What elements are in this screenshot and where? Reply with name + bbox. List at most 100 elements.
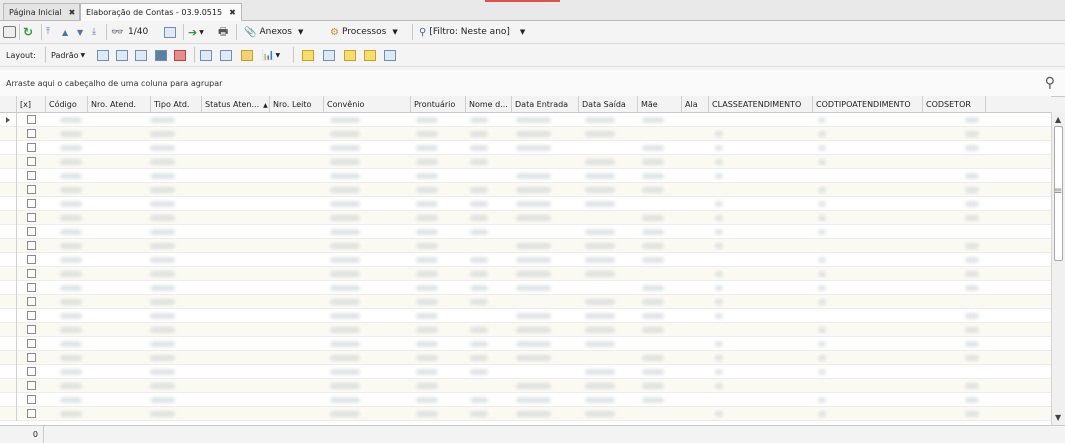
- view-toggle-3-icon[interactable]: [344, 47, 356, 63]
- column-header-tipo-atd[interactable]: Tipo Atd.: [151, 96, 202, 112]
- view-toggle-1-icon[interactable]: [302, 47, 314, 63]
- column-header-nro-leito[interactable]: Nro. Leito: [270, 96, 324, 112]
- find-icon[interactable]: 👓: [111, 24, 123, 40]
- layout-select[interactable]: Padrão ▼: [51, 47, 85, 63]
- row-checkbox[interactable]: [27, 255, 36, 264]
- view-toggle-2-icon[interactable]: [323, 47, 335, 63]
- table-row[interactable]: [0, 365, 1051, 379]
- refresh-icon[interactable]: ↻: [23, 24, 33, 40]
- scroll-down-icon[interactable]: ▼: [1055, 413, 1061, 422]
- table-row[interactable]: [0, 183, 1051, 197]
- table-row[interactable]: [0, 113, 1051, 127]
- column-header-ala[interactable]: Ala: [682, 96, 709, 112]
- blurred-cell: [330, 341, 360, 347]
- row-checkbox[interactable]: [27, 115, 36, 124]
- column-header-prontuario[interactable]: Prontuário: [411, 96, 466, 112]
- tab-elaboracao-de-contas[interactable]: Elaboração de Contas - 03.9.0515 ✖: [80, 3, 242, 21]
- row-checkbox[interactable]: [27, 311, 36, 320]
- group-panel[interactable]: Arraste aqui o cabeçalho de uma coluna p…: [0, 70, 1065, 97]
- column-header-nro-atend[interactable]: Nro. Atend.: [88, 96, 151, 112]
- previous-record-icon[interactable]: ▲: [62, 24, 68, 40]
- table-row[interactable]: [0, 211, 1051, 225]
- table-row[interactable]: [0, 127, 1051, 141]
- column-header-codigo[interactable]: Código: [46, 96, 88, 112]
- column-header-status-atendimento[interactable]: Status Aten... ▲: [202, 96, 270, 112]
- group-icon[interactable]: [200, 47, 212, 63]
- layout-load-icon[interactable]: [116, 47, 128, 63]
- next-record-icon[interactable]: ▼: [77, 24, 83, 40]
- row-checkbox[interactable]: [27, 157, 36, 166]
- anexos-button[interactable]: 📎 Anexos ▼: [244, 24, 303, 40]
- view-toggle-4-icon[interactable]: [364, 47, 376, 63]
- calendar-icon[interactable]: [164, 24, 176, 40]
- font-icon[interactable]: [384, 47, 396, 63]
- row-checkbox[interactable]: [27, 199, 36, 208]
- column-header-convenio[interactable]: Convênio: [324, 96, 411, 112]
- table-row[interactable]: [0, 281, 1051, 295]
- row-checkbox[interactable]: [27, 227, 36, 236]
- row-checkbox[interactable]: [27, 213, 36, 222]
- format-icon[interactable]: [241, 47, 253, 63]
- row-checkbox[interactable]: [27, 325, 36, 334]
- close-icon[interactable]: ✖: [229, 8, 236, 17]
- row-checkbox[interactable]: [27, 381, 36, 390]
- table-row[interactable]: [0, 239, 1051, 253]
- table-row[interactable]: [0, 141, 1051, 155]
- export-icon[interactable]: ➔ ▼: [188, 24, 204, 40]
- column-header-nome[interactable]: Nome d...: [466, 96, 512, 112]
- table-row[interactable]: [0, 253, 1051, 267]
- layout-save-icon[interactable]: [97, 47, 109, 63]
- table-row[interactable]: [0, 295, 1051, 309]
- layout-delete-icon[interactable]: [174, 47, 186, 63]
- table-row[interactable]: [0, 197, 1051, 211]
- table-row[interactable]: [0, 393, 1051, 407]
- table-row[interactable]: [0, 407, 1051, 421]
- vertical-scrollbar[interactable]: ▲ ≡ ▼: [1051, 112, 1065, 425]
- data-grid[interactable]: [x] Código Nro. Atend. Tipo Atd. Status …: [0, 96, 1051, 425]
- row-checkbox[interactable]: [27, 409, 36, 418]
- table-row[interactable]: [0, 309, 1051, 323]
- column-header-codsetor[interactable]: CODSETOR: [923, 96, 986, 112]
- table-row[interactable]: [0, 169, 1051, 183]
- last-record-icon[interactable]: ⤓: [92, 24, 96, 40]
- column-header-classeatendimento[interactable]: CLASSEATENDIMENTO: [709, 96, 813, 112]
- row-checkbox[interactable]: [27, 353, 36, 362]
- row-checkbox[interactable]: [27, 297, 36, 306]
- filter-button[interactable]: ⚲ [Filtro: Neste ano] ▼: [419, 24, 525, 40]
- row-checkbox[interactable]: [27, 185, 36, 194]
- row-checkbox[interactable]: [27, 143, 36, 152]
- table-row[interactable]: [0, 323, 1051, 337]
- first-record-icon[interactable]: ⤒: [46, 24, 50, 40]
- blurred-cell: [642, 187, 664, 193]
- column-header-data-saida[interactable]: Data Saída: [579, 96, 638, 112]
- column-header-data-entrada[interactable]: Data Entrada: [512, 96, 579, 112]
- column-header-mae[interactable]: Mãe: [638, 96, 682, 112]
- table-row[interactable]: [0, 351, 1051, 365]
- row-checkbox[interactable]: [27, 395, 36, 404]
- layout-grid-icon[interactable]: [135, 47, 147, 63]
- row-checkbox[interactable]: [27, 339, 36, 348]
- column-header-codtipoatendimento[interactable]: CODTIPOATENDIMENTO: [813, 96, 923, 112]
- chart-icon[interactable]: 📊 ▼: [262, 47, 280, 63]
- search-icon[interactable]: ⚲: [1045, 75, 1055, 91]
- row-checkbox[interactable]: [27, 283, 36, 292]
- edit-icon[interactable]: [3, 24, 16, 40]
- layout-export-icon[interactable]: [155, 47, 167, 63]
- row-checkbox[interactable]: [27, 367, 36, 376]
- row-checkbox[interactable]: [27, 269, 36, 278]
- row-checkbox[interactable]: [27, 241, 36, 250]
- table-row[interactable]: [0, 225, 1051, 239]
- scroll-up-icon[interactable]: ▲: [1055, 115, 1061, 124]
- row-checkbox[interactable]: [27, 129, 36, 138]
- close-icon[interactable]: ✖: [69, 8, 76, 17]
- table-row[interactable]: [0, 379, 1051, 393]
- table-row[interactable]: [0, 337, 1051, 351]
- print-icon[interactable]: 🖶: [218, 24, 228, 40]
- summary-icon[interactable]: [220, 47, 232, 63]
- row-checkbox[interactable]: [27, 171, 36, 180]
- column-header-select[interactable]: [x]: [17, 96, 46, 112]
- table-row[interactable]: [0, 267, 1051, 281]
- tab-pagina-inicial[interactable]: Página Inicial ✖: [3, 3, 80, 20]
- table-row[interactable]: [0, 155, 1051, 169]
- processos-button[interactable]: ⚙ Processos ▼: [330, 24, 398, 40]
